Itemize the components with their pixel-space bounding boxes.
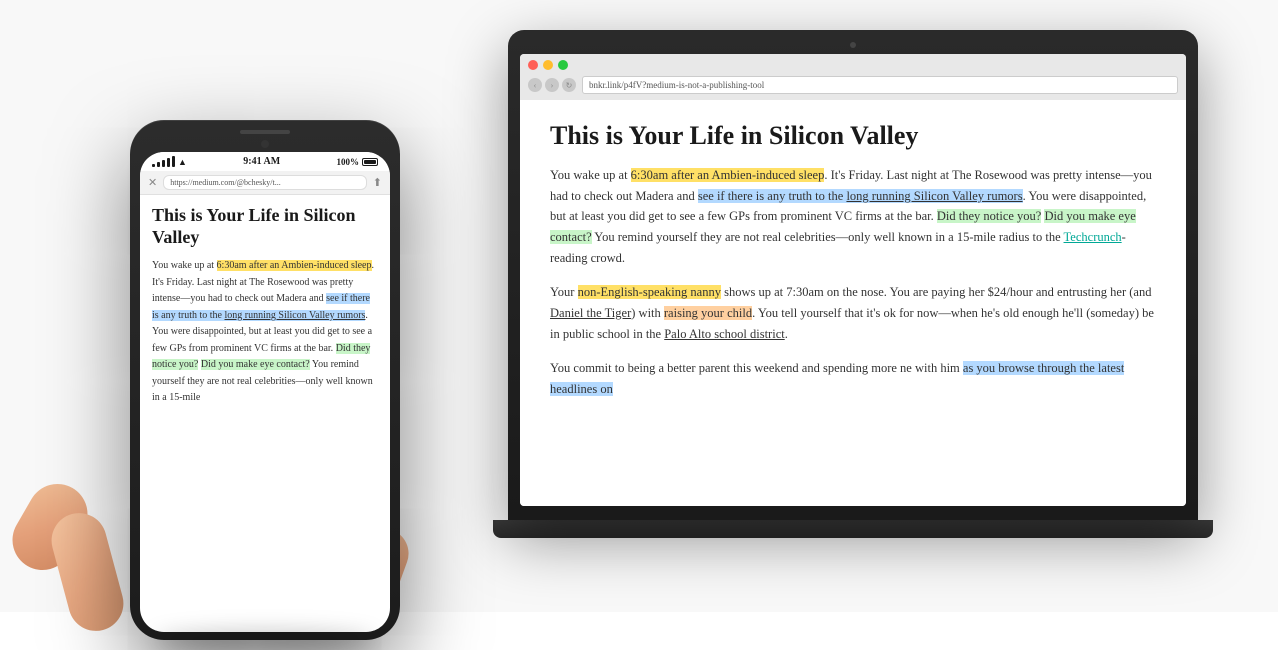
highlight-did-they-notice: Did they notice you? <box>937 209 1042 223</box>
phone-share-button[interactable]: ⬆ <box>373 176 382 189</box>
laptop-camera <box>850 42 856 48</box>
article-paragraph-1: You wake up at 6:30am after an Ambien-in… <box>550 165 1156 268</box>
phone-highlight-ambien: 6:30am after an Ambien-induced sleep <box>217 260 372 271</box>
wifi-icon: ▲ <box>178 157 187 167</box>
phone-link-silicon-valley[interactable]: long running Silicon Valley rumors <box>225 310 366 321</box>
text-p2-after-hl1: shows up at 7:30am on the nose. You are … <box>721 285 1151 299</box>
phone-front-camera <box>261 140 269 148</box>
index-finger <box>45 507 129 637</box>
highlight-see-if-there: see if there is any truth to the long ru… <box>698 189 1023 203</box>
signal-bar-2 <box>157 162 160 167</box>
article-title: This is Your Life in Silicon Valley <box>550 120 1156 151</box>
signal-bar-4 <box>167 158 170 167</box>
phone-status-bar: ▲ 9:41 AM 100% <box>140 152 390 171</box>
signal-bar-3 <box>162 160 165 167</box>
phone-screen: ▲ 9:41 AM 100% ✕ https://medium.com/@bch… <box>140 152 390 632</box>
text-p3-before: You commit to being a better parent this… <box>550 361 900 375</box>
battery-fill <box>364 160 376 164</box>
phone-address-bar[interactable]: https://medium.com/@bchesky/t... <box>163 175 367 190</box>
forward-button[interactable]: › <box>545 78 559 92</box>
text-before-hl1: You wake up at <box>550 168 631 182</box>
battery-area: 100% <box>337 157 379 167</box>
text-p2-end: . <box>785 327 788 341</box>
link-palo-alto-school[interactable]: Palo Alto school district <box>664 327 784 341</box>
phone-browser-bar: ✕ https://medium.com/@bchesky/t... ⬆ <box>140 171 390 195</box>
address-bar[interactable]: bnkr.link/p4fV?medium-is-not-a-publishin… <box>582 76 1178 94</box>
laptop-screen: ‹ › ↻ bnkr.link/p4fV?medium-is-not-a-pub… <box>520 54 1186 506</box>
thumb-finger <box>2 473 99 581</box>
article-paragraph-3: You commit to being a better parent this… <box>550 358 1156 399</box>
article-paragraph-2: Your non-English-speaking nanny shows up… <box>550 282 1156 344</box>
phone-shadow <box>155 630 375 650</box>
phone-article-title: This is Your Life in Silicon Valley <box>152 205 378 248</box>
phone-highlight-contact: Did you make eye contact? <box>201 359 310 370</box>
scene: ‹ › ↻ bnkr.link/p4fV?medium-is-not-a-pub… <box>0 0 1278 612</box>
phone-article-paragraph: You wake up at 6:30am after an Ambien-in… <box>152 258 378 407</box>
link-techcrunch[interactable]: Techcrunch <box>1064 230 1122 244</box>
highlight-raising-child: raising your child <box>664 306 752 320</box>
close-window-button[interactable] <box>528 60 538 70</box>
signal-bar-5 <box>172 156 175 167</box>
battery-percentage: 100% <box>337 157 360 167</box>
signal-bar-1 <box>152 164 155 167</box>
reload-button[interactable]: ↻ <box>562 78 576 92</box>
link-daniel-tiger[interactable]: Daniel the Tiger <box>550 306 631 320</box>
phone-url-text: https://medium.com/@bchesky/t... <box>170 178 280 187</box>
phone-speaker <box>240 130 290 134</box>
signal-area: ▲ <box>152 156 187 167</box>
browser-dots <box>528 60 1178 70</box>
battery-icon <box>362 158 378 166</box>
mobile-phone: ▲ 9:41 AM 100% ✕ https://medium.com/@bch… <box>130 120 400 640</box>
phone-time: 9:41 AM <box>243 156 280 167</box>
phone-outer: ▲ 9:41 AM 100% ✕ https://medium.com/@bch… <box>130 120 400 640</box>
maximize-window-button[interactable] <box>558 60 568 70</box>
text-p3-after: ne with him <box>900 361 963 375</box>
back-button[interactable]: ‹ <box>528 78 542 92</box>
highlight-ambien-sleep: 6:30am after an Ambien-induced sleep <box>631 168 825 182</box>
highlight-nanny: non-English-speaking nanny <box>578 285 721 299</box>
laptop-body: ‹ › ↻ bnkr.link/p4fV?medium-is-not-a-pub… <box>508 30 1198 520</box>
laptop-base <box>493 520 1213 538</box>
browser-article-content: This is Your Life in Silicon Valley You … <box>520 100 1186 506</box>
phone-article-content: This is Your Life in Silicon Valley You … <box>140 195 390 617</box>
signal-strength <box>152 156 175 167</box>
link-silicon-valley-rumors[interactable]: long running Silicon Valley rumors <box>846 189 1022 203</box>
phone-text-before-hl1: You wake up at <box>152 260 217 271</box>
text-see-if-there: see if there is any truth to the <box>698 189 847 203</box>
text-after-hl4: You remind yourself they are not real ce… <box>592 230 1064 244</box>
browser-address-bar: ‹ › ↻ bnkr.link/p4fV?medium-is-not-a-pub… <box>528 74 1178 96</box>
browser-chrome: ‹ › ↻ bnkr.link/p4fV?medium-is-not-a-pub… <box>520 54 1186 100</box>
laptop: ‹ › ↻ bnkr.link/p4fV?medium-is-not-a-pub… <box>508 30 1198 560</box>
text-p2-before: Your <box>550 285 578 299</box>
text-p2-before-hl2: ) with <box>631 306 664 320</box>
minimize-window-button[interactable] <box>543 60 553 70</box>
nav-buttons: ‹ › ↻ <box>528 78 576 92</box>
url-text: bnkr.link/p4fV?medium-is-not-a-publishin… <box>589 80 764 90</box>
phone-close-tab-button[interactable]: ✕ <box>148 176 157 189</box>
